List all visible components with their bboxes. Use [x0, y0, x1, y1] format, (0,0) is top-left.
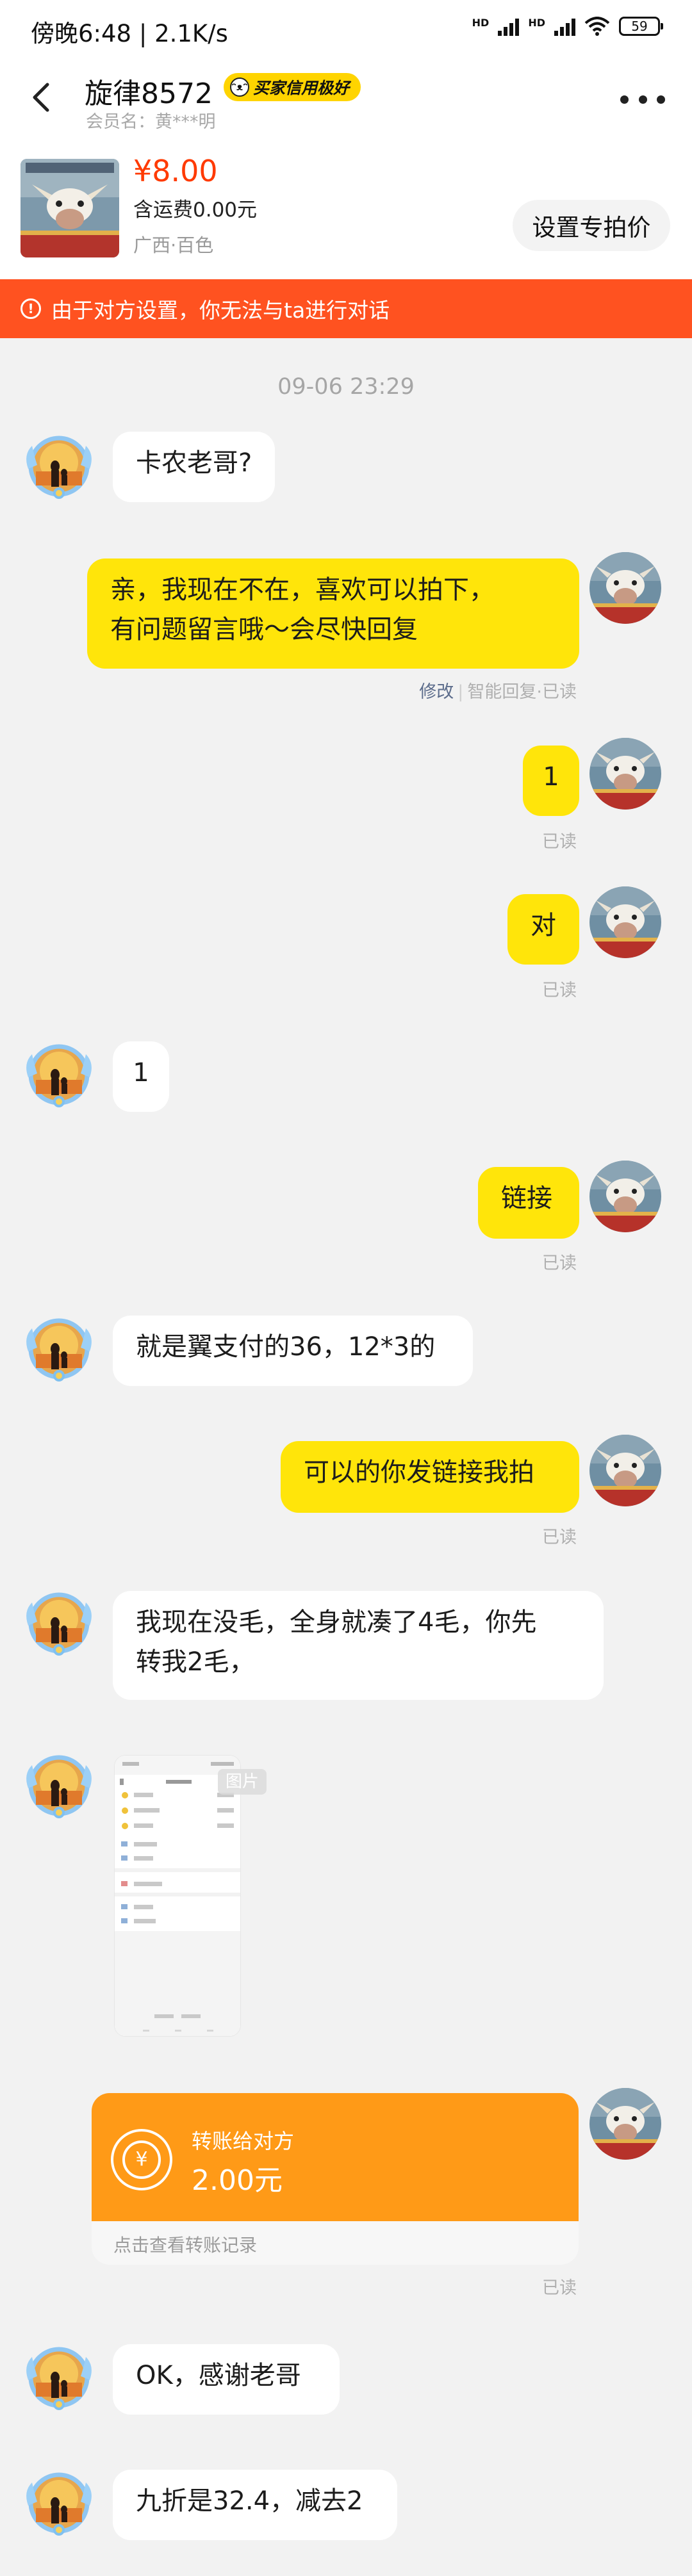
- seller-avatar[interactable]: [589, 738, 661, 810]
- image-tag: 图片: [218, 1769, 267, 1795]
- shared-screenshot-image[interactable]: [114, 1755, 241, 2037]
- read-status: 已读: [542, 981, 577, 1000]
- message-bubble-incoming[interactable]: 卡农老哥?: [113, 432, 276, 502]
- message-bubble-outgoing[interactable]: 亲，我现在不在，喜欢可以拍下， 有问题留言哦～会尽快回复: [87, 558, 579, 669]
- credit-badge: ᵔᴥᵔ 买家信用极好: [224, 73, 361, 101]
- chat-disabled-banner: ! 由于对方设置，你无法与ta进行对话: [0, 279, 692, 338]
- seller-avatar[interactable]: [589, 1161, 661, 1232]
- message-bubble-incoming[interactable]: 1: [113, 1041, 169, 1112]
- transfer-amount: 2.00元: [192, 2164, 283, 2197]
- buyer-avatar[interactable]: [23, 1749, 95, 1820]
- chat-disabled-text: 由于对方设置，你无法与ta进行对话: [51, 298, 390, 323]
- contact-name[interactable]: 旋律8572: [85, 70, 213, 111]
- wifi-icon: [584, 17, 610, 36]
- product-price: ¥8.00: [133, 154, 218, 188]
- message-line: 我现在没毛，全身就凑了4毛，你先: [136, 1608, 537, 1637]
- buyer-avatar[interactable]: [23, 2466, 95, 2538]
- buyer-avatar[interactable]: [23, 1586, 95, 1658]
- read-status: 已读: [542, 1528, 577, 1547]
- transfer-title: 转账给对方: [192, 2129, 295, 2153]
- message-line: 转我2毛，: [136, 1647, 255, 1677]
- shipping-fee: 含运费0.00元: [133, 199, 258, 222]
- read-status: 已读: [542, 832, 577, 852]
- signal-icon: [498, 17, 520, 36]
- message-meta: 修改 | 智能回复·已读: [419, 682, 577, 702]
- message-bubble-outgoing[interactable]: 链接: [478, 1167, 579, 1239]
- transfer-record-link[interactable]: 点击查看转账记录: [113, 2231, 257, 2257]
- product-card[interactable]: ¥8.00 含运费0.00元 广西·百色 设置专拍价: [0, 141, 692, 279]
- message-line: 亲，我现在不在，喜欢可以拍下，: [110, 575, 495, 605]
- hd-label-2: HD: [528, 17, 545, 29]
- transfer-card-footer[interactable]: 点击查看转账记录: [92, 2221, 579, 2265]
- transfer-card-top: ¥ 转账给对方 2.00元: [92, 2093, 579, 2221]
- transfer-card[interactable]: ¥ 转账给对方 2.00元 点击查看转账记录: [92, 2093, 579, 2265]
- buyer-avatar[interactable]: [23, 1038, 95, 1109]
- edit-link[interactable]: 修改: [419, 682, 454, 702]
- message-bubble-incoming[interactable]: OK，感谢老哥: [113, 2344, 340, 2415]
- battery-icon: 59: [619, 17, 663, 36]
- product-thumbnail[interactable]: [21, 159, 119, 257]
- message-line: 有问题留言哦～会尽快回复: [110, 615, 418, 644]
- date-separator: 09-06 23:29: [277, 374, 415, 400]
- hd-label: HD: [472, 17, 490, 29]
- product-location: 广西·百色: [133, 234, 214, 256]
- buyer-avatar[interactable]: [23, 429, 95, 501]
- more-icon[interactable]: [620, 90, 665, 109]
- chat-header: 旋律8572 ᵔᴥᵔ 买家信用极好 会员名：黄***明: [0, 64, 692, 141]
- signal-icon-2: [554, 17, 575, 36]
- read-status: 已读: [542, 2278, 577, 2298]
- yuan-coin-icon: ¥: [111, 2129, 172, 2190]
- read-status: 已读: [542, 1253, 577, 1273]
- auto-reply-status: 智能回复·已读: [467, 682, 577, 702]
- credit-badge-label: 买家信用极好: [253, 79, 350, 97]
- seller-avatar[interactable]: [589, 1435, 661, 1506]
- buyer-avatar[interactable]: [23, 1312, 95, 1383]
- message-bubble-incoming[interactable]: 九折是32.4，减去2: [113, 2470, 397, 2540]
- message-bubble-outgoing[interactable]: 可以的你发链接我拍: [281, 1441, 579, 1513]
- warning-icon: !: [21, 298, 41, 319]
- status-time: 傍晚6:48 | 2.1K/s: [31, 20, 228, 47]
- seller-avatar[interactable]: [589, 886, 661, 958]
- message-bubble-incoming[interactable]: 我现在没毛，全身就凑了4毛，你先 转我2毛，: [113, 1591, 604, 1700]
- status-icons: HD HD 59: [472, 17, 663, 36]
- message-bubble-outgoing[interactable]: 1: [523, 746, 579, 816]
- set-special-price-button[interactable]: 设置专拍价: [513, 200, 670, 251]
- member-name: 会员名：黄***明: [86, 112, 216, 132]
- seller-avatar[interactable]: [589, 552, 661, 624]
- message-bubble-outgoing[interactable]: 对: [507, 894, 579, 965]
- back-arrow-icon[interactable]: [24, 79, 60, 115]
- buyer-avatar[interactable]: [23, 2340, 95, 2412]
- seller-avatar[interactable]: [589, 2088, 661, 2160]
- status-bar: 傍晚6:48 | 2.1K/s HD HD 59: [0, 0, 692, 64]
- badge-face-icon: ᵔᴥᵔ: [230, 77, 249, 97]
- message-bubble-incoming[interactable]: 就是翼支付的36，12*3的: [113, 1316, 473, 1386]
